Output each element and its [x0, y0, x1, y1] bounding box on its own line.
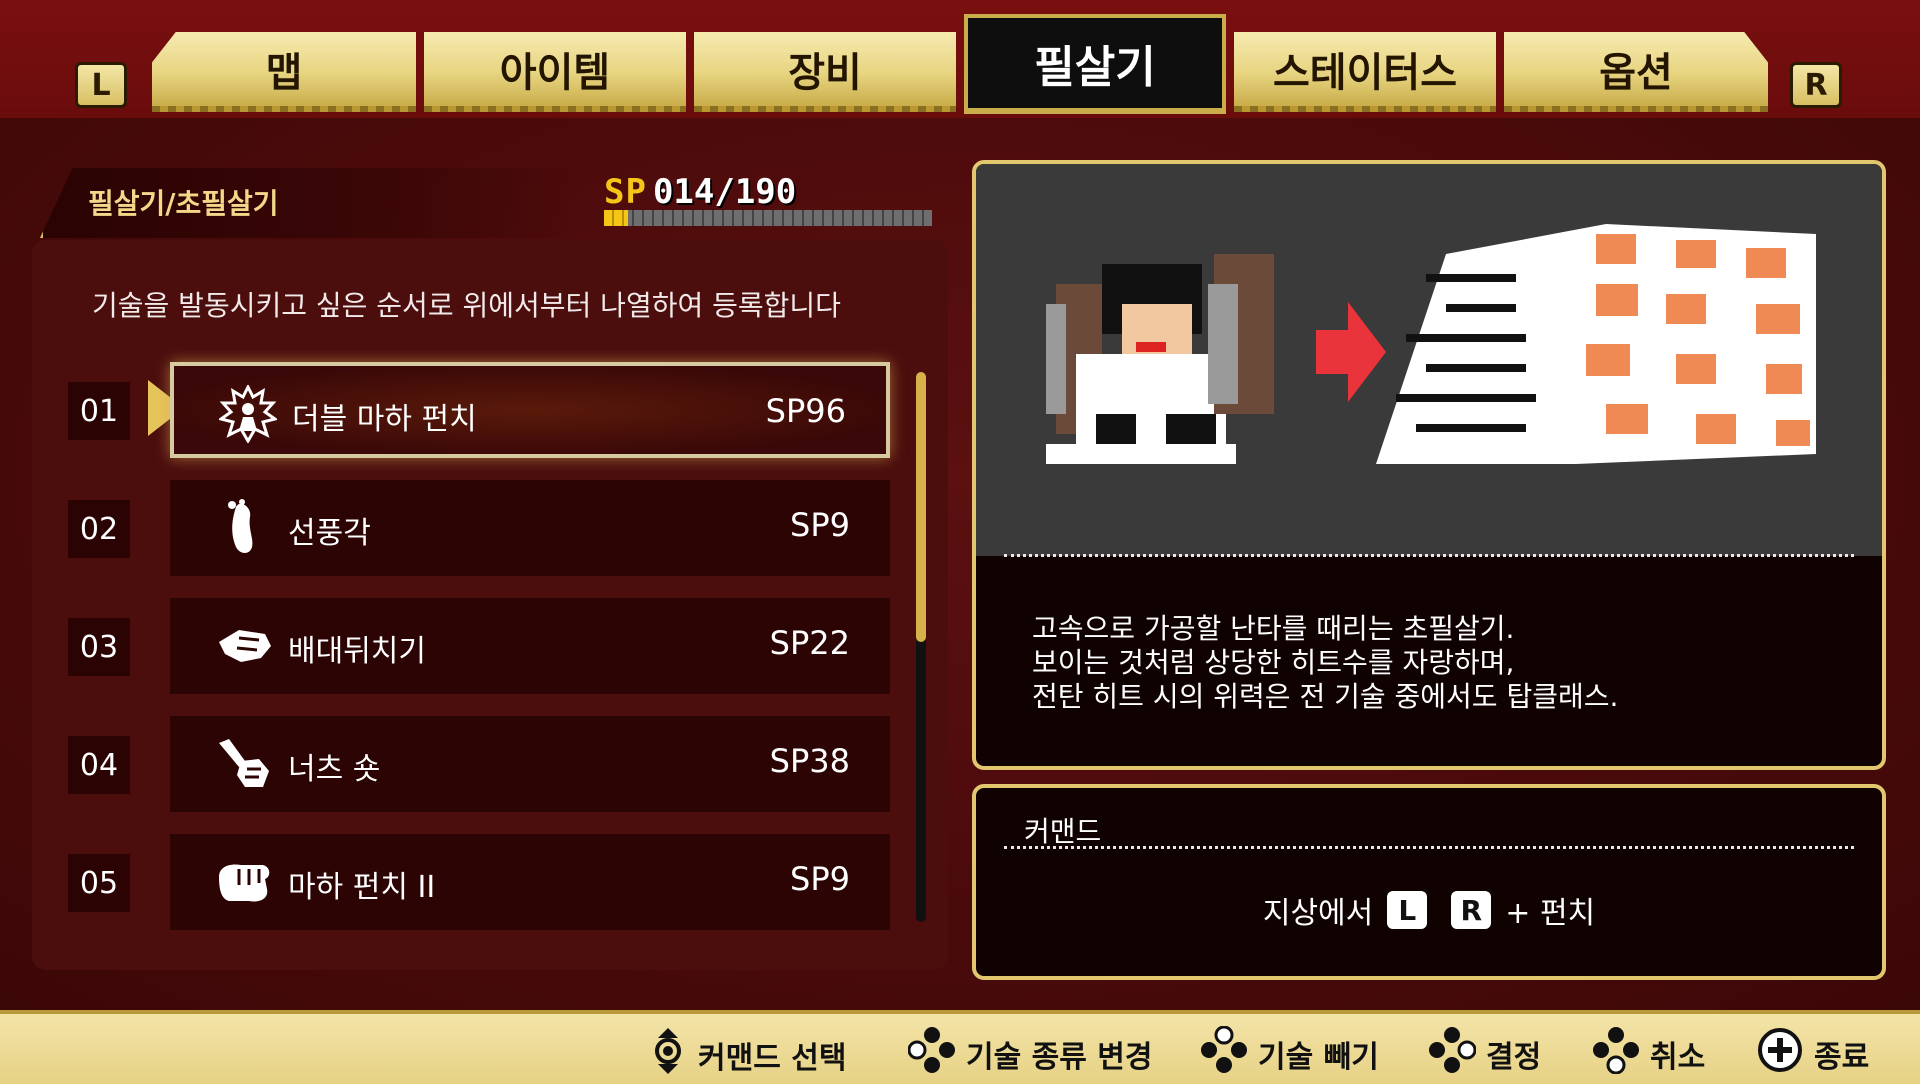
hint-label: 커맨드 선택	[698, 1041, 847, 1076]
move-cost: SP38	[769, 742, 850, 780]
move-name: 배대뒤치기	[288, 634, 426, 669]
move-row[interactable]: 더블 마하 펀치 SP96	[170, 362, 890, 458]
hint-select-command: 커맨드 선택	[648, 1026, 846, 1084]
shot-hand-icon	[214, 734, 274, 794]
hint-confirm: 결정	[1428, 1026, 1541, 1082]
hint-label: 기술 빼기	[1258, 1040, 1379, 1075]
tab-special-moves[interactable]: 필살기	[964, 14, 1226, 114]
move-name: 마하 펀치 II	[288, 870, 436, 905]
face-buttons-bottom-icon	[1592, 1026, 1640, 1082]
plus-button-icon	[1756, 1026, 1804, 1082]
tab-label: 스테이터스	[1273, 50, 1457, 96]
list-scrollbar-thumb[interactable]	[916, 372, 926, 642]
tab-label: 장비	[788, 50, 862, 96]
tab-label: 필살기	[1034, 42, 1156, 93]
right-shoulder-button[interactable]: R	[1790, 62, 1842, 108]
hint-label: 취소	[1650, 1040, 1706, 1075]
tab-status[interactable]: 스테이터스	[1234, 32, 1496, 112]
tab-map[interactable]: 맵	[152, 32, 416, 112]
left-shoulder-button[interactable]: L	[75, 62, 127, 108]
face-buttons-left-icon	[907, 1026, 956, 1082]
hint-label: 종료	[1814, 1040, 1870, 1075]
command-panel: 커맨드 지상에서 L R + 펀치	[972, 784, 1886, 980]
move-row[interactable]: 마하 펀치 II SP9	[170, 834, 890, 930]
move-cost: SP22	[769, 624, 850, 662]
tab-label: 옵션	[1599, 50, 1673, 96]
tab-items[interactable]: 아이템	[424, 32, 686, 112]
move-cost: SP9	[790, 860, 850, 898]
tab-label: 맵	[265, 50, 303, 96]
category-label: 필살기/초필살기	[88, 187, 279, 220]
dotted-divider	[1004, 846, 1854, 849]
hint-remove-move: 기술 빼기	[1200, 1025, 1379, 1082]
tab-equipment[interactable]: 장비	[694, 32, 956, 112]
move-row[interactable]: 선풍각 SP9	[170, 480, 890, 576]
move-name: 더블 마하 펀치	[292, 402, 477, 437]
move-name: 너츠 숏	[288, 752, 381, 787]
hint-label: 기술 종류 변경	[966, 1040, 1153, 1075]
sp-value: 014/190	[652, 172, 797, 212]
l-button-icon: L	[1387, 891, 1428, 929]
move-cost: SP9	[790, 506, 850, 544]
command-suffix: + 펀치	[1505, 896, 1596, 931]
r-button-icon: R	[1451, 891, 1492, 929]
slot-number: 04	[68, 736, 130, 794]
tab-options[interactable]: 옵션	[1504, 32, 1768, 112]
move-description: 고속으로 가공할 난타를 때리는 초필살기. 보이는 것처럼 상당한 히트수를 …	[1032, 612, 1618, 714]
move-row[interactable]: 너츠 숏 SP38	[170, 716, 890, 812]
red-arrow-icon	[1316, 302, 1386, 402]
description-line: 보이는 것처럼 상당한 히트수를 자랑하며,	[1032, 646, 1515, 679]
fist-icon	[214, 852, 274, 912]
move-cost: SP96	[765, 392, 846, 430]
move-animation-preview	[976, 164, 1882, 556]
sp-gauge-fill	[604, 210, 629, 226]
command-title: 커맨드	[1024, 815, 1102, 848]
tab-label: 아이템	[499, 50, 611, 96]
description-line: 고속으로 가공할 난타를 때리는 초필살기.	[1032, 612, 1515, 645]
sp-key: SP	[604, 172, 647, 212]
move-name: 선풍각	[288, 516, 371, 551]
throw-hand-icon	[214, 616, 274, 676]
instruction-text: 기술을 발동시키고 싶은 순서로 위에서부터 나열하여 등록합니다	[92, 289, 841, 322]
command-prefix: 지상에서	[1262, 896, 1374, 931]
sp-counter: SP 014/190	[604, 172, 796, 212]
slot-number: 01	[68, 382, 130, 440]
move-row[interactable]: 배대뒤치기 SP22	[170, 598, 890, 694]
foot-icon	[214, 498, 274, 558]
face-buttons-right-icon	[1428, 1026, 1477, 1082]
slot-number: 03	[68, 618, 130, 676]
slot-number: 05	[68, 854, 130, 912]
description-line: 전탄 히트 시의 위력은 전 기술 중에서도 탑클래스.	[1032, 680, 1619, 713]
move-preview-panel: 고속으로 가공할 난타를 때리는 초필살기. 보이는 것처럼 상당한 히트수를 …	[972, 160, 1886, 770]
punch-flurry-sprite	[1376, 224, 1816, 464]
hint-change-type: 기술 종류 변경	[907, 1026, 1153, 1082]
dpad-updown-icon	[648, 1026, 688, 1084]
slot-number: 02	[68, 500, 130, 558]
fighter-sprite	[1046, 254, 1274, 464]
dotted-divider	[1004, 554, 1854, 557]
hint-label: 결정	[1486, 1040, 1542, 1075]
sp-gauge	[604, 210, 932, 226]
face-buttons-top-icon	[1200, 1025, 1248, 1082]
command-input: 지상에서 L R + 펀치	[976, 888, 1882, 932]
hint-exit: 종료	[1756, 1026, 1869, 1082]
aura-fighter-icon	[218, 384, 278, 444]
hint-cancel: 취소	[1592, 1026, 1705, 1082]
